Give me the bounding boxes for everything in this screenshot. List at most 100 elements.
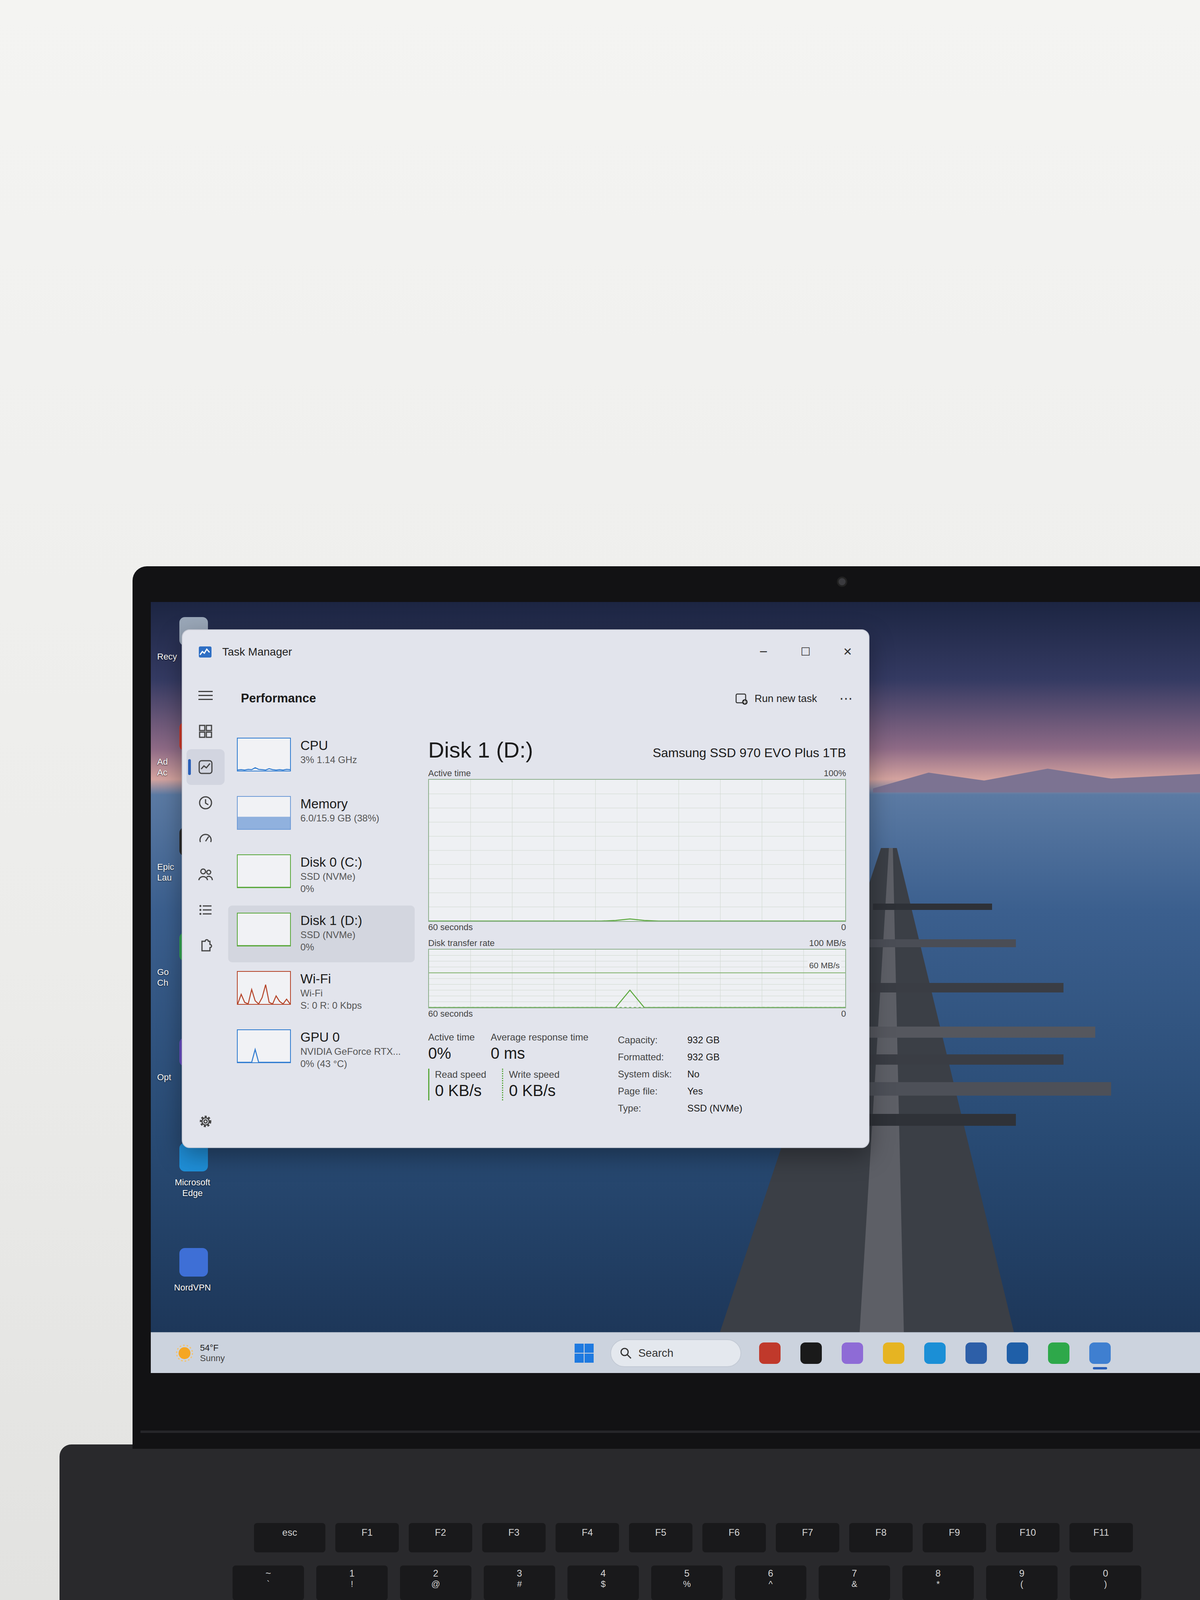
resource-item[interactable]: CPU3% 1.14 GHz (228, 730, 415, 788)
key-shift-label: & (851, 1578, 858, 1590)
key[interactable]: 7& (818, 1565, 891, 1600)
nav-item[interactable] (186, 927, 225, 964)
desktop-icon-label: AdAc (157, 756, 182, 778)
thumbnail-graph (237, 913, 291, 946)
app-icon (759, 1342, 781, 1364)
nav-item[interactable] (186, 856, 225, 893)
resource-item[interactable]: Disk 1 (D:)SSD (NVMe)0% (228, 905, 415, 963)
weather-widget[interactable]: 54°FSunny (174, 1342, 225, 1364)
resource-item[interactable]: Memory6.0/15.9 GB (38%) (228, 788, 415, 846)
services-icon (198, 938, 214, 954)
key[interactable]: esc (253, 1523, 326, 1553)
key[interactable]: F1 (335, 1523, 399, 1553)
search-label: Search (638, 1344, 674, 1362)
taskbar-app[interactable] (963, 1335, 989, 1372)
key[interactable]: 2@ (400, 1565, 472, 1600)
nav-item[interactable] (186, 820, 225, 857)
app-icon (179, 1248, 208, 1277)
run-new-task-button[interactable]: Run new task (728, 686, 824, 711)
series-line (428, 919, 846, 922)
key[interactable]: F3 (482, 1523, 546, 1553)
taskbar-app[interactable] (839, 1335, 866, 1372)
key[interactable]: F4 (555, 1523, 620, 1553)
chart-title: Disk transfer rate (428, 937, 495, 949)
key[interactable]: 9( (986, 1565, 1058, 1600)
key[interactable]: F5 (628, 1523, 693, 1553)
key[interactable]: 1! (316, 1565, 388, 1600)
desktop-icon[interactable]: MicrosoftEdge (154, 1142, 231, 1249)
resource-label: CPU (300, 737, 358, 754)
taskbar-app[interactable] (798, 1335, 824, 1372)
gear-icon (198, 1113, 214, 1129)
run-task-icon (735, 692, 749, 706)
stat-label: Average response time (490, 1031, 589, 1044)
chart-title: Active time (428, 767, 472, 779)
chart (428, 778, 847, 922)
task-manager-window: Task Manager─☐✕PerformanceRun new task⋯C… (181, 629, 870, 1149)
resource-item[interactable]: Disk 0 (C:)SSD (NVMe)0% (228, 847, 415, 904)
function-key-row: esc F1 F2 F3 F4 F5 F6 F7 F8 F9 F10 F11 (253, 1523, 1133, 1553)
taskbar-center: Search (573, 1335, 1113, 1372)
key[interactable]: ~` (232, 1565, 304, 1600)
minimize-button[interactable]: ─ (742, 630, 785, 674)
key[interactable]: 5% (651, 1565, 723, 1600)
key[interactable]: F11 (1069, 1523, 1133, 1553)
grid-line (428, 972, 846, 974)
key[interactable]: F6 (702, 1523, 766, 1553)
key-shift-label: % (682, 1578, 691, 1590)
grid-line (761, 779, 763, 922)
settings-button[interactable] (186, 1103, 225, 1140)
taskbar-app[interactable] (880, 1335, 907, 1372)
thumbnail-graph (237, 738, 291, 771)
label-line: Microsoft (154, 1176, 231, 1188)
taskbar-app[interactable] (757, 1335, 783, 1372)
taskbar-search[interactable]: Search (610, 1339, 742, 1368)
key-label: 3 (516, 1567, 522, 1579)
menu-icon[interactable] (186, 677, 225, 714)
key[interactable]: 6^ (734, 1565, 807, 1600)
taskbar-app[interactable] (922, 1335, 948, 1372)
grid-line (428, 995, 846, 997)
nav-item[interactable] (186, 713, 225, 750)
key[interactable]: F10 (996, 1523, 1060, 1553)
key-label: F5 (655, 1526, 667, 1539)
close-button[interactable]: ✕ (826, 630, 869, 674)
maximize-button[interactable]: ☐ (784, 630, 827, 674)
resource-item[interactable]: GPU 0NVIDIA GeForce RTX...0% (43 °C) (228, 1022, 415, 1079)
more-button[interactable]: ⋯ (839, 688, 853, 709)
thumbnail-graph (237, 971, 291, 1004)
resource-item[interactable]: Wi-FiWi-FiS: 0 R: 0 Kbps (228, 963, 415, 1021)
windows-start-icon[interactable] (573, 1342, 595, 1364)
key[interactable]: 3# (483, 1565, 556, 1600)
nav-item[interactable] (186, 749, 225, 785)
key[interactable]: 0) (1069, 1565, 1142, 1600)
key-shift-label: ^ (768, 1578, 773, 1590)
desktop-icon-label: Recy (157, 651, 182, 662)
key[interactable]: 8* (902, 1565, 974, 1600)
thumbnail-line (237, 886, 291, 888)
key[interactable]: F9 (922, 1523, 987, 1553)
key[interactable]: F7 (775, 1523, 840, 1553)
taskbar-app[interactable] (1004, 1335, 1031, 1372)
number-key-row: ~`1!2@3#4$5%6^7&8*9(0) (232, 1565, 1142, 1600)
key-label: 9 (1019, 1567, 1025, 1579)
nav-item[interactable] (186, 892, 225, 928)
app-icon (1048, 1342, 1070, 1364)
thumbnail-graph (237, 796, 291, 829)
nav-item[interactable] (186, 784, 225, 821)
key[interactable]: F2 (408, 1523, 473, 1553)
key[interactable]: F8 (849, 1523, 913, 1553)
page-title: Performance (240, 689, 317, 708)
app-icon (1089, 1342, 1111, 1364)
resource-label: Disk 0 (C:) (300, 854, 363, 871)
taskbar-app[interactable] (1087, 1335, 1113, 1372)
key-label: 6 (767, 1567, 774, 1579)
property-label: Formatted: (617, 1048, 688, 1066)
thumbnail (236, 737, 291, 772)
taskbar-app[interactable] (1046, 1335, 1072, 1372)
key-shift-label: # (517, 1578, 522, 1590)
chart-labels: Active time100% (428, 767, 847, 779)
key[interactable]: 4$ (567, 1565, 639, 1600)
task-manager-icon (198, 646, 212, 658)
stat: Average response time0 ms (490, 1031, 589, 1064)
